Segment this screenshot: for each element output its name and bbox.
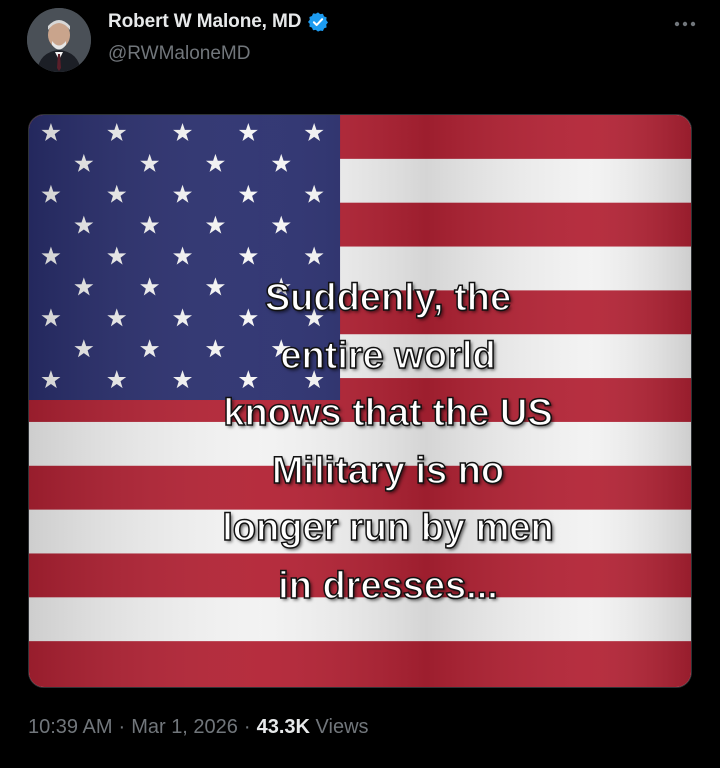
tweet-image[interactable]: Suddenly, the entire world knows that th…	[28, 114, 692, 688]
views-label: Views	[315, 716, 369, 738]
meta-separator: ·	[243, 716, 251, 738]
author-display-name[interactable]: Robert W Malone, MD	[108, 11, 301, 33]
views[interactable]: 43.3K Views	[257, 716, 369, 739]
more-options-icon	[674, 21, 696, 27]
tweet-date[interactable]: Mar 1, 2026	[131, 716, 238, 739]
views-count: 43.3K	[256, 716, 310, 738]
caption-line: in dresses...	[277, 564, 498, 607]
tweet: Robert W Malone, MD @RWMaloneMD Suddenly…	[0, 0, 720, 768]
more-options-button[interactable]	[672, 14, 698, 34]
author-name-row[interactable]: Robert W Malone, MD	[108, 11, 329, 33]
tweet-time[interactable]: 10:39 AM	[28, 716, 113, 739]
profile-photo-icon	[27, 8, 91, 72]
image-caption: Suddenly, the entire world knows that th…	[29, 270, 691, 615]
verified-badge-icon	[308, 12, 329, 32]
caption-line: Military is no	[271, 449, 505, 492]
tweet-meta: 10:39 AM · Mar 1, 2026 · 43.3K Views	[28, 716, 369, 739]
caption-line: knows that the US	[223, 391, 554, 434]
caption-line: longer run by men	[222, 506, 555, 549]
caption-line: entire world	[280, 334, 497, 377]
author-handle[interactable]: @RWMaloneMD	[108, 43, 250, 65]
avatar[interactable]	[27, 8, 91, 72]
caption-line: Suddenly, the	[264, 276, 512, 319]
meta-separator: ·	[118, 716, 126, 738]
